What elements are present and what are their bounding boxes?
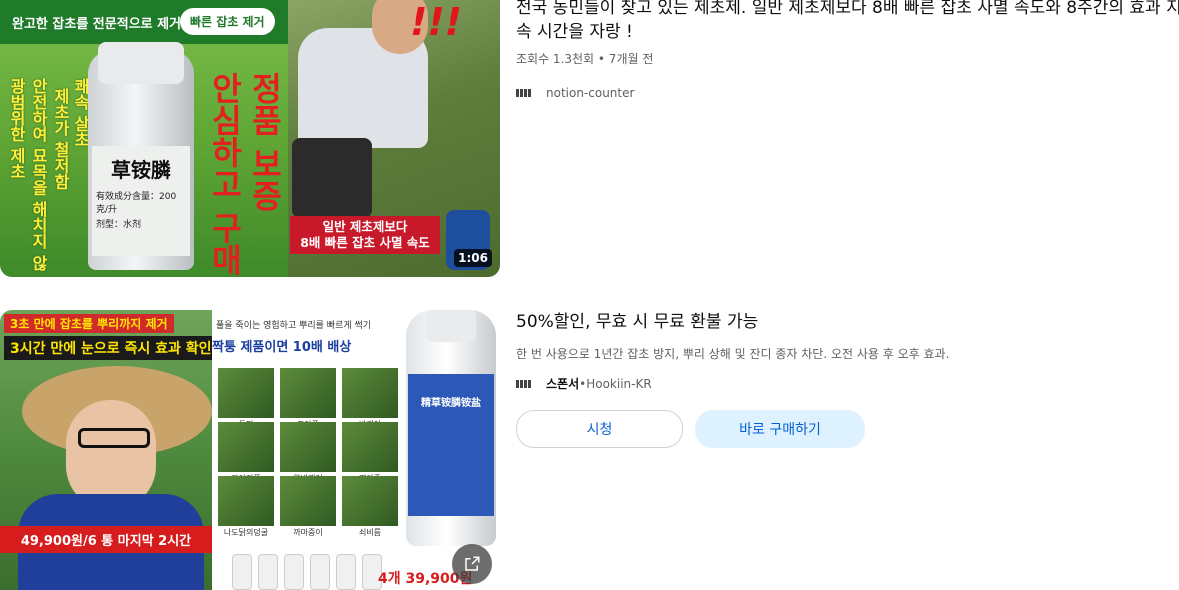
herbicide-bottle: 草铵膦 有效成分含量：200克/升 剂型：水剂: [88, 42, 194, 270]
banner-pill: 빠른 잡초 제거: [180, 8, 275, 35]
weed-cell: 강아지풀: [218, 422, 274, 483]
weed-cell: 왕바랭이: [280, 422, 336, 483]
exclamation-marks: !!!: [410, 0, 462, 44]
channel-name[interactable]: notion-counter: [546, 86, 634, 100]
sponsor-label: 스폰서: [546, 377, 580, 391]
ad-top-line-1: 3초 만에 잡초를 뿌리까지 제거: [4, 314, 174, 333]
bottle-cap: [98, 42, 184, 84]
ad-top-line-2: 3시간 만에 눈으로 즉시 효과 확인: [4, 336, 218, 360]
weed-cell: 까마중이: [280, 476, 336, 537]
thumbnail-caption: 일반 제초제보다 8배 빠른 잡초 사멸 속도: [290, 216, 440, 254]
weed-cell: 포아풀: [280, 368, 336, 429]
video-meta: 조회수 1.3천회 • 7개월 전: [516, 52, 654, 66]
watch-button[interactable]: 시청: [516, 410, 683, 448]
caption-line-1: 일반 제초제보다: [322, 219, 408, 234]
weed-grid: 돌피 포아풀 바랭이 강아지풀 왕바랭이 명아주 나도닭의덩굴 까마중이 쇠비름: [218, 368, 398, 537]
ad-mid-header-2: 짝퉁 제품이면 10배 배상: [212, 340, 352, 355]
ad-price-banner: 49,900원/6 통 마지막 2시간: [0, 526, 212, 553]
video-duration: 1:06: [454, 249, 492, 267]
yellow-text-1: 광범위한 제초: [7, 78, 26, 180]
bottle-label-text: 精草铵膦铵盐: [421, 398, 481, 409]
channel-row[interactable]: notion-counter: [516, 86, 634, 100]
bottle-name: 草铵膦: [111, 158, 171, 182]
caption-line-2: 8배 빠른 잡초 사멸 속도: [300, 235, 430, 250]
video-title[interactable]: 전국 농민들이 찾고 있는 제초제. 일반 제초제보다 8배 빠른 잡초 사멸 …: [516, 0, 1179, 44]
glasses: [78, 428, 150, 448]
bottle-type: 剂型：水剂: [96, 220, 142, 230]
advertiser-name[interactable]: Hookiin-KR: [586, 377, 651, 391]
weed-cell: 바랭이: [342, 368, 398, 429]
ad-description: 한 번 사용으로 1년간 잡초 방지, 뿌리 상해 및 잔디 종자 차단. 오전…: [516, 347, 950, 361]
ad-mid-header-1: 풀을 죽이는 영험하고 뿌리를 빠르게 썩기: [216, 321, 372, 331]
person-legs: [292, 138, 372, 218]
yellow-text-2: 안전하여 묘목을 해치지 않: [29, 78, 48, 271]
product-bottle-large: 精草铵膦铵盐: [406, 310, 496, 546]
bottle-cap: [426, 310, 476, 342]
weed-cell: 나도닭의덩굴: [218, 476, 274, 537]
thumbnail-banner: 완고한 잡초를 전문적으로 제거 빠른 잡초 제거: [0, 0, 288, 44]
red-text-2: 정품 보증: [246, 72, 284, 212]
buy-now-button[interactable]: 바로 구매하기: [695, 410, 865, 448]
red-text-1: 안심하고 구매: [206, 72, 244, 276]
banner-text: 완고한 잡초를 전문적으로 제거: [12, 16, 182, 32]
bottle-spec: 有效成分含量：200克/升: [96, 192, 177, 215]
ad-thumbnail[interactable]: 3초 만에 잡초를 뿌리까지 제거 3시간 만에 눈으로 즉시 효과 확인 49…: [0, 310, 500, 590]
weed-cell: 쇠비름: [342, 476, 398, 537]
video-thumbnail[interactable]: 완고한 잡초를 전문적으로 제거 빠른 잡초 제거 광범위한 제초 안전하여 묘…: [0, 0, 500, 277]
separator: •: [579, 376, 587, 391]
ad-thumbnail-middle: 풀을 죽이는 영험하고 뿌리를 빠르게 썩기 짝퉁 제품이면 10배 배상 돌피…: [212, 310, 402, 590]
advertiser-logo-icon: [516, 379, 538, 389]
external-link-icon[interactable]: [452, 544, 492, 584]
product-bottles-row: [232, 554, 382, 590]
bottle-label: 精草铵膦铵盐: [408, 374, 494, 516]
ad-advertiser-row[interactable]: 스폰서 • Hookiin-KR: [516, 375, 652, 392]
weed-cell: 돌피: [218, 368, 274, 429]
channel-logo-icon: [516, 88, 538, 98]
ad-title[interactable]: 50%할인, 무효 시 무료 환불 가능: [516, 310, 758, 334]
bottle-label: 草铵膦 有效成分含量：200克/升 剂型：水剂: [92, 146, 190, 256]
weed-cell: 명아주: [342, 422, 398, 483]
